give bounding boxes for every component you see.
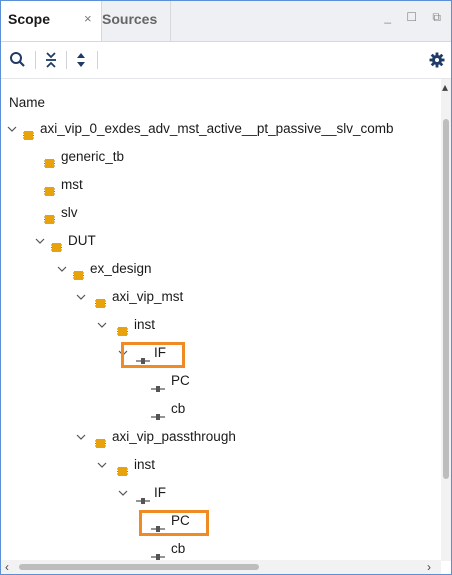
module-icon [44,151,55,168]
tree-row[interactable]: cb [1,535,441,563]
tab-scope-label: Scope [8,11,51,27]
tree-row[interactable]: axi_vip_0_exdes_adv_mst_active__pt_passi… [1,115,441,143]
highlight-box-if [121,342,185,368]
scroll-up-icon[interactable]: ▴ [442,81,448,93]
tree-row[interactable]: generic_tb [1,143,441,171]
tab-sources[interactable]: Sources [102,1,171,41]
interface-port-icon [151,376,165,392]
tree-row-label: slv [61,205,78,220]
tree-row[interactable]: ex_design [1,255,441,283]
tree-row[interactable]: axi_vip_mst [1,283,441,311]
tree-row-label: inst [134,317,156,332]
expand-all-icon[interactable] [71,50,91,70]
horizontal-scroll-thumb[interactable] [19,564,259,570]
tree-row-label: generic_tb [61,149,125,164]
scroll-right-icon[interactable]: › [427,561,431,573]
chevron-down-icon[interactable] [56,255,68,283]
chevron-down-icon[interactable] [34,227,46,255]
toolbar-separator [66,51,67,69]
chevron-down-icon[interactable] [75,423,87,451]
highlight-box-pc [139,510,209,536]
tree-row-label: ex_design [90,261,152,276]
tree-row-label: IF [154,485,166,500]
tree-row[interactable]: inst [1,311,441,339]
interface-port-icon [151,544,165,560]
tree-row[interactable]: inst [1,451,441,479]
tree-row-label: PC [171,373,190,388]
tree-row[interactable]: cb [1,395,441,423]
chevron-down-icon[interactable] [96,311,108,339]
chevron-down-icon[interactable] [75,283,87,311]
scroll-left-icon[interactable]: ‹ [5,561,9,573]
tree-row[interactable]: IF [1,339,441,367]
window-controls[interactable]: _ ☐ ⧉ [384,10,447,30]
search-icon[interactable] [8,50,28,70]
module-icon [117,459,128,476]
tree-row-label: DUT [68,233,96,248]
tree-row-label: inst [134,457,156,472]
module-icon [73,263,84,280]
collapse-all-icon[interactable] [41,50,61,70]
tree-row-label: axi_vip_mst [112,289,184,304]
tree-row-label: cb [171,541,186,556]
module-icon [95,291,106,308]
module-icon [23,123,34,140]
toolbar-separator [35,51,36,69]
tree-row-label: cb [171,401,186,416]
interface-port-icon [151,404,165,420]
module-icon [44,207,55,224]
module-icon [51,235,62,252]
tree-row-label: mst [61,177,83,192]
tree-row[interactable]: axi_vip_passthrough [1,423,441,451]
vertical-scroll-thumb[interactable] [443,119,449,479]
tree-row-label: axi_vip_passthrough [112,429,236,444]
horizontal-scrollbar[interactable]: ‹ › [1,560,441,574]
column-header-label: Name [9,95,46,110]
toolbar-separator [97,51,98,69]
module-icon [44,179,55,196]
tab-scope-close-icon[interactable]: × [84,1,92,37]
tree-row[interactable]: slv [1,199,441,227]
chevron-down-icon[interactable] [117,479,129,507]
tab-bar: Scope × Sources _ ☐ ⧉ [1,1,451,42]
tree-row[interactable]: PC [1,367,441,395]
chevron-down-icon[interactable] [96,451,108,479]
tree-row[interactable]: DUT [1,227,441,255]
settings-gear-icon[interactable] [427,50,447,70]
tab-sources-label: Sources [102,11,158,27]
tree-row[interactable]: IF [1,479,441,507]
vertical-scrollbar[interactable]: ▴ [441,79,451,561]
toolbar [1,42,451,79]
tree-row[interactable]: PC [1,507,441,535]
tab-scope[interactable]: Scope × [1,1,102,41]
scope-panel: Scope × Sources _ ☐ ⧉ Name axi_vip_0_exd… [0,0,452,575]
tree-row[interactable]: mst [1,171,441,199]
tree-row-label: axi_vip_0_exdes_adv_mst_active__pt_passi… [40,121,394,136]
scope-tree: axi_vip_0_exdes_adv_mst_active__pt_passi… [1,115,441,560]
module-icon [95,431,106,448]
interface-port-icon [136,488,150,504]
module-icon [117,319,128,336]
column-header-name[interactable]: Name [1,92,441,114]
chevron-down-icon[interactable] [6,115,18,143]
